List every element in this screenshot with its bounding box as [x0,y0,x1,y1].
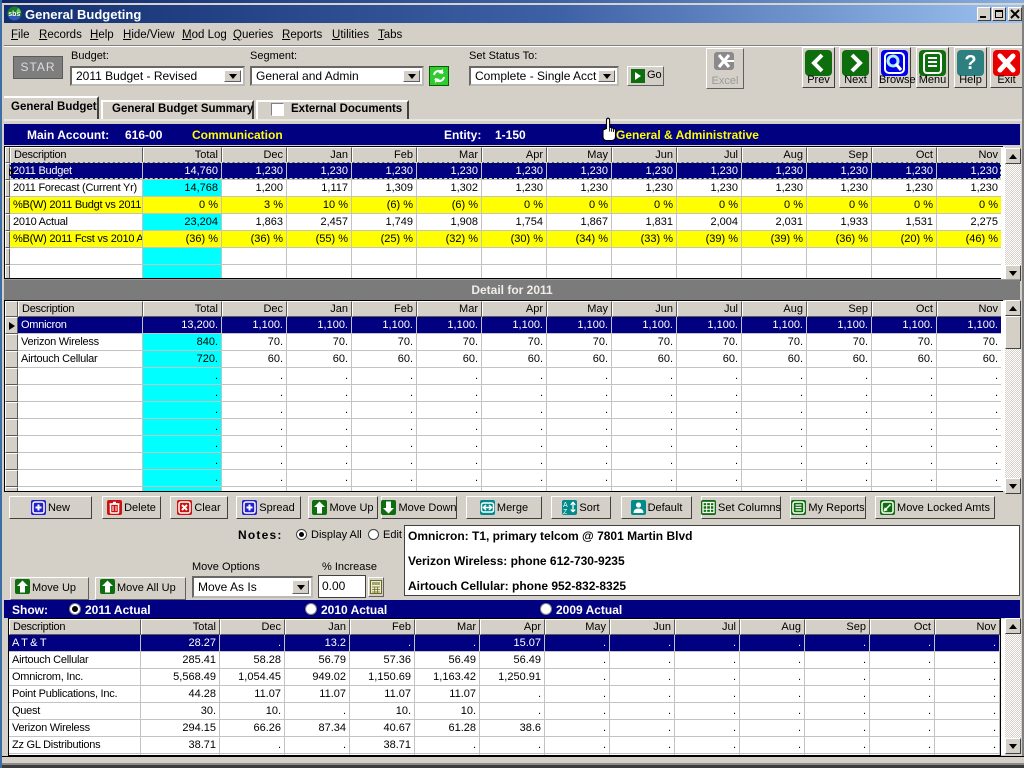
svg-text:A: A [563,502,568,509]
svg-text:Z: Z [563,509,568,515]
svg-text:sbs: sbs [8,11,20,18]
